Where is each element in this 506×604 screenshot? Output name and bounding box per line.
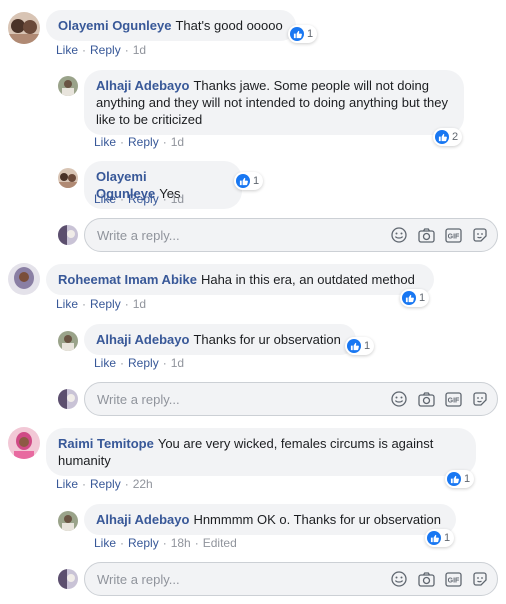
comment-text: That's good ooooo — [175, 18, 283, 33]
reaction-count[interactable]: 1 — [288, 25, 318, 43]
comment-bubble: Raimi Temitope You are very wicked, femal… — [46, 428, 476, 476]
reaction-number: 1 — [444, 532, 451, 544]
camera-icon[interactable] — [417, 570, 435, 588]
reaction-count[interactable]: 1 — [445, 470, 475, 488]
reply-link[interactable]: Reply — [90, 297, 121, 311]
reply-link[interactable]: Reply — [128, 536, 159, 550]
reply-input[interactable] — [97, 571, 381, 587]
timestamp[interactable]: 22h — [133, 477, 153, 491]
reaction-count[interactable]: 1 — [345, 337, 375, 355]
reply-actions: Like · Reply · 1d — [94, 356, 185, 370]
reaction-number: 1 — [253, 175, 260, 187]
reply-input[interactable] — [97, 391, 381, 407]
gif-icon[interactable]: GIF — [444, 570, 462, 588]
reply-actions: Like · Reply · 1d — [94, 135, 185, 149]
reaction-number: 1 — [307, 28, 314, 40]
my-avatar — [58, 569, 78, 589]
like-link[interactable]: Like — [94, 356, 116, 370]
reply-input-box[interactable]: GIF — [84, 218, 498, 252]
like-link[interactable]: Like — [56, 297, 78, 311]
reaction-count[interactable]: 1 — [425, 529, 455, 547]
reaction-number: 1 — [464, 473, 471, 485]
svg-text:GIF: GIF — [447, 397, 459, 404]
avatar[interactable] — [58, 331, 78, 351]
like-link[interactable]: Like — [56, 477, 78, 491]
reply-link[interactable]: Reply — [128, 192, 159, 206]
avatar[interactable] — [8, 12, 40, 44]
svg-text:GIF: GIF — [447, 233, 459, 240]
my-avatar — [58, 389, 78, 409]
like-link[interactable]: Like — [94, 192, 116, 206]
avatar[interactable] — [8, 427, 40, 459]
reaction-count[interactable]: 2 — [433, 128, 463, 146]
my-avatar — [58, 225, 78, 245]
reply-link[interactable]: Reply — [128, 356, 159, 370]
timestamp[interactable]: 1d — [171, 356, 184, 370]
comment-actions: Like · Reply · 1d — [56, 43, 147, 57]
reply-bubble: Alhaji Adebayo Thanks jawe. Some people w… — [84, 70, 464, 135]
reply-link[interactable]: Reply — [90, 43, 121, 57]
like-link[interactable]: Like — [94, 135, 116, 149]
timestamp[interactable]: 18h — [171, 536, 191, 550]
thumbs-up-icon — [290, 27, 304, 41]
reaction-number: 1 — [419, 292, 426, 304]
timestamp[interactable]: 1d — [133, 43, 146, 57]
comment-author[interactable]: Roheemat Imam Abike — [58, 272, 197, 287]
camera-icon[interactable] — [417, 226, 435, 244]
gif-icon[interactable]: GIF — [444, 226, 462, 244]
reaction-count[interactable]: 1 — [234, 172, 264, 190]
comment-actions: Like · Reply · 22h — [56, 477, 153, 491]
reply-input-box[interactable]: GIF — [84, 382, 498, 416]
timestamp[interactable]: 1d — [171, 192, 184, 206]
svg-text:GIF: GIF — [447, 577, 459, 584]
reaction-number: 2 — [452, 131, 459, 143]
comment-bubble: Olayemi Ogunleye That's good ooooo — [46, 10, 296, 41]
avatar[interactable] — [58, 511, 78, 531]
like-link[interactable]: Like — [56, 43, 78, 57]
comment-actions: Like · Reply · 1d — [56, 297, 147, 311]
timestamp[interactable]: 1d — [171, 135, 184, 149]
thumbs-up-icon — [236, 174, 250, 188]
emoji-icon[interactable] — [390, 570, 408, 588]
reply-author[interactable]: Alhaji Adebayo — [96, 78, 189, 93]
avatar[interactable] — [58, 76, 78, 96]
camera-icon[interactable] — [417, 390, 435, 408]
comment-bubble: Roheemat Imam Abike Haha in this era, an … — [46, 264, 434, 295]
comment-text: Haha in this era, an outdated method — [200, 272, 415, 287]
reply-author[interactable]: Alhaji Adebayo — [96, 332, 189, 347]
reply-input-box[interactable]: GIF — [84, 562, 498, 596]
reply-text: Thanks for ur observation — [193, 332, 341, 347]
thumbs-up-icon — [427, 531, 441, 545]
reply-input[interactable] — [97, 227, 381, 243]
thumbs-up-icon — [435, 130, 449, 144]
emoji-icon[interactable] — [390, 390, 408, 408]
sticker-icon[interactable] — [471, 390, 489, 408]
reaction-number: 1 — [364, 340, 371, 352]
comment-author[interactable]: Raimi Temitope — [58, 436, 154, 451]
reply-author[interactable]: Alhaji Adebayo — [96, 512, 189, 527]
reaction-count[interactable]: 1 — [400, 289, 430, 307]
timestamp[interactable]: 1d — [133, 297, 146, 311]
thumbs-up-icon — [347, 339, 361, 353]
edited-label[interactable]: Edited — [203, 536, 237, 550]
reply-actions: Like · Reply · 1d — [94, 192, 185, 206]
thumbs-up-icon — [402, 291, 416, 305]
reply-bubble: Alhaji Adebayo Hnmmmm OK o. Thanks for ur… — [84, 504, 456, 535]
reply-actions: Like · Reply · 18h · Edited — [94, 536, 237, 550]
avatar[interactable] — [58, 168, 78, 188]
reply-link[interactable]: Reply — [90, 477, 121, 491]
emoji-icon[interactable] — [390, 226, 408, 244]
sticker-icon[interactable] — [471, 570, 489, 588]
gif-icon[interactable]: GIF — [444, 390, 462, 408]
avatar[interactable] — [8, 263, 40, 295]
comment-author[interactable]: Olayemi Ogunleye — [58, 18, 171, 33]
reply-bubble: Alhaji Adebayo Thanks for ur observation — [84, 324, 356, 355]
reply-text: Hnmmmm OK o. Thanks for ur observation — [193, 512, 442, 527]
thumbs-up-icon — [447, 472, 461, 486]
like-link[interactable]: Like — [94, 536, 116, 550]
reply-link[interactable]: Reply — [128, 135, 159, 149]
sticker-icon[interactable] — [471, 226, 489, 244]
